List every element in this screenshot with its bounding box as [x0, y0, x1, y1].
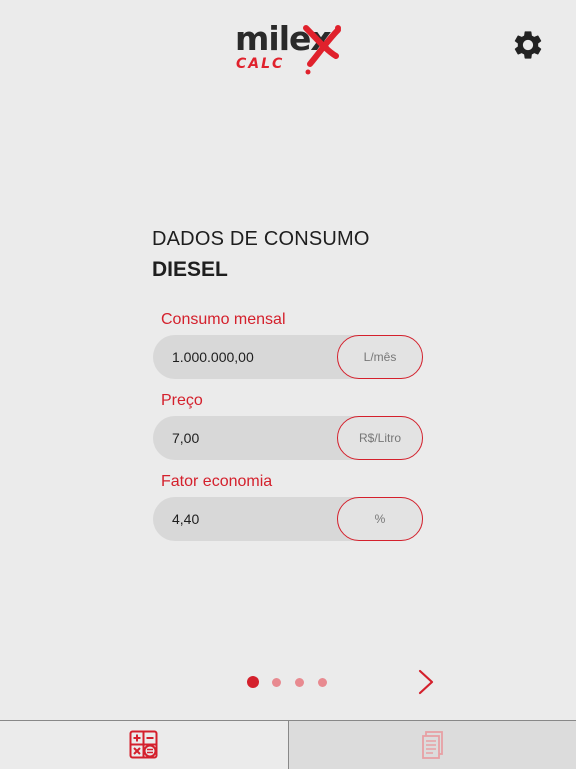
price-value[interactable]: 7,00: [172, 416, 199, 460]
economy-factor-unit: %: [337, 497, 423, 541]
monthly-consumption-unit: L/mês: [337, 335, 423, 379]
chevron-right-icon[interactable]: [414, 668, 438, 696]
economy-factor-value[interactable]: 4,40: [172, 497, 199, 541]
price-label: Preço: [161, 392, 203, 409]
gear-icon[interactable]: [511, 28, 545, 62]
monthly-consumption-value[interactable]: 1.000.000,00: [172, 335, 254, 379]
economy-factor-field[interactable]: 4,40 %: [153, 497, 423, 541]
logo-x-mark: [303, 25, 341, 75]
page-title: DADOS DE CONSUMO: [152, 228, 370, 250]
page-dot-3[interactable]: [295, 678, 304, 687]
monthly-consumption-label: Consumo mensal: [161, 311, 286, 328]
monthly-consumption-field[interactable]: 1.000.000,00 L/mês: [153, 335, 423, 379]
page-dot-1[interactable]: [247, 676, 259, 688]
economy-factor-label: Fator economia: [161, 473, 273, 490]
tab-calculator[interactable]: [0, 721, 288, 769]
price-field[interactable]: 7,00 R$/Litro: [153, 416, 423, 460]
calculator-icon: [129, 730, 158, 759]
price-unit: R$/Litro: [337, 416, 423, 460]
fuel-type: DIESEL: [152, 258, 228, 281]
tab-report[interactable]: [288, 721, 576, 769]
document-icon: [422, 731, 443, 759]
page-dot-2[interactable]: [272, 678, 281, 687]
page-dot-4[interactable]: [318, 678, 327, 687]
bottom-tab-bar: [0, 720, 576, 769]
app-logo: milex CALC: [232, 22, 344, 82]
logo-subtitle: CALC: [236, 56, 285, 72]
